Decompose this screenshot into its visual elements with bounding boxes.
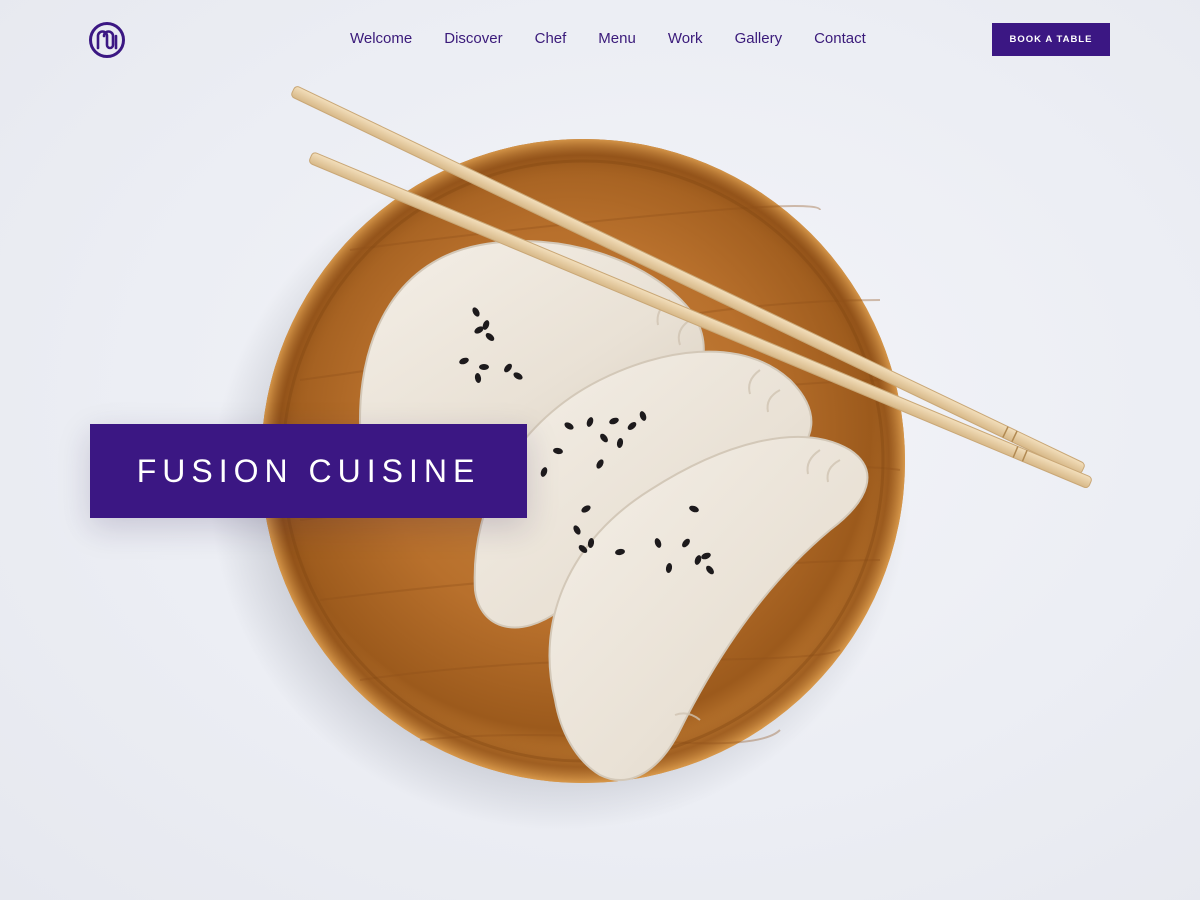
nav-item-work[interactable]: Work [668,28,703,50]
hero-title-banner: FUSION CUISINE [90,424,527,518]
logo[interactable] [88,21,126,59]
nav-item-gallery[interactable]: Gallery [735,28,783,50]
nav-item-chef[interactable]: Chef [535,28,567,50]
monogram-m-circle-icon [89,22,125,58]
book-a-table-button[interactable]: BOOK A TABLE [992,23,1110,56]
main-nav: Welcome Discover Chef Menu Work Gallery … [350,28,866,50]
nav-item-menu[interactable]: Menu [598,28,636,50]
nav-item-discover[interactable]: Discover [444,28,502,50]
nav-item-welcome[interactable]: Welcome [350,28,412,50]
nav-item-contact[interactable]: Contact [814,28,866,50]
hero-title: FUSION CUISINE [136,452,481,489]
